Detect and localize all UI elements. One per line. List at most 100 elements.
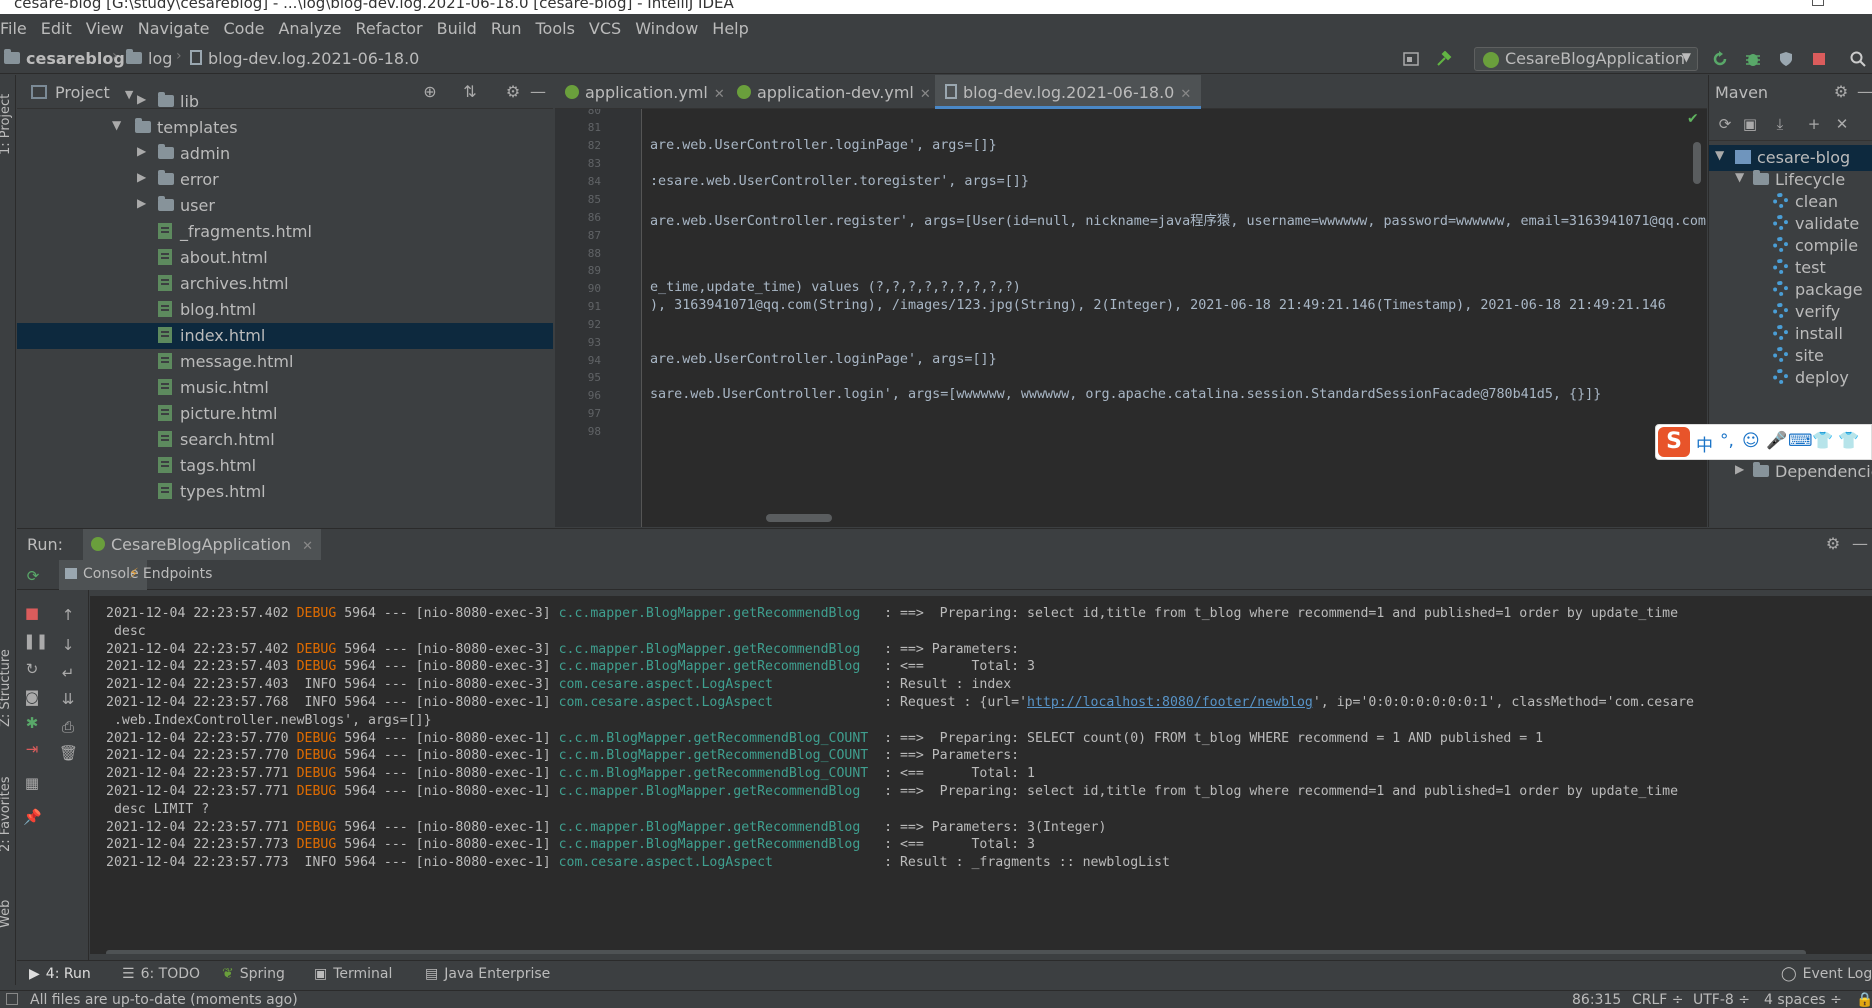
maven-goal-deploy[interactable]: deploy [1709, 365, 1872, 391]
trash-icon[interactable]: 🗑 [59, 744, 78, 762]
menu-view[interactable]: View [79, 19, 131, 38]
run-tab-cesareblogapplication[interactable]: CesareBlogApplication ✕ [83, 529, 321, 561]
ime-language-toggle[interactable]: 中 [1696, 431, 1713, 456]
rerun-icon[interactable] [1712, 51, 1728, 67]
ime-punctuation-toggle[interactable]: °, [1720, 431, 1734, 451]
bottom-tab-todo[interactable]: ☰ 6: TODO [122, 966, 200, 982]
menu-help[interactable]: Help [705, 19, 755, 38]
bottom-tab-terminal[interactable]: ▣ Terminal [314, 966, 392, 982]
tree-item-tags-html[interactable]: tags.html [17, 453, 553, 479]
menu-run[interactable]: Run [484, 19, 529, 38]
menu-vcs[interactable]: VCS [582, 19, 628, 38]
menu-window[interactable]: Window [628, 19, 705, 38]
breadcrumb-log[interactable]: log [126, 48, 172, 68]
chevron-down-icon[interactable]: ▼ [1715, 148, 1724, 162]
exit-icon[interactable]: ⇥ [23, 740, 41, 758]
tree-item-types-html[interactable]: types.html [17, 479, 553, 505]
pin-icon[interactable]: 📌 [23, 808, 42, 826]
tree-item-blog-html[interactable]: blog.html [17, 297, 553, 323]
ime-toolbox-icon[interactable]: 👕 [1838, 431, 1859, 451]
gear-icon[interactable]: ⚙ [1832, 83, 1850, 101]
tree-item-error[interactable]: ▶ error [17, 167, 553, 193]
search-icon[interactable] [1850, 51, 1866, 67]
chevron-down-icon[interactable]: ▼ [112, 118, 121, 132]
tree-item-archives-html[interactable]: archives.html [17, 271, 553, 297]
tree-item-index-html[interactable]: index.html [17, 323, 553, 349]
scroll-to-end-icon[interactable]: ⇊ [59, 690, 77, 708]
ime-toolbar[interactable]: S 中 °, ☺ 🎤 ⌨ 👕 👕 [1655, 424, 1872, 460]
tree-item-user[interactable]: ▶ user [17, 193, 553, 219]
chevron-right-icon[interactable]: ▶ [137, 144, 146, 158]
editor-horizontal-scrollbar[interactable] [766, 514, 832, 522]
tree-item-search-html[interactable]: search.html [17, 427, 553, 453]
soft-wrap-icon[interactable]: ↵ [59, 664, 77, 682]
chevron-right-icon[interactable]: ▶ [137, 196, 146, 210]
lock-icon[interactable]: 🔒 [1856, 992, 1872, 1008]
restore-window-button[interactable] [1812, 0, 1824, 6]
sogou-logo-icon[interactable]: S [1658, 427, 1690, 457]
up-arrow-icon[interactable]: ↑ [59, 606, 77, 624]
close-icon[interactable]: ✕ [302, 539, 313, 554]
download-icon[interactable]: ⤓ [1771, 115, 1789, 133]
debug-icon[interactable] [1745, 51, 1761, 67]
layout-icon[interactable] [1403, 51, 1419, 67]
log-link[interactable]: http://localhost:8080/footer/newblog [1027, 695, 1313, 710]
stop-icon[interactable]: ■ [23, 604, 41, 622]
editor-tab-application-dev-yml[interactable]: application-dev.yml ✕ [737, 75, 931, 109]
tree-item-admin[interactable]: ▶ admin [17, 141, 553, 167]
editor-tab-blog-dev-log[interactable]: blog-dev.log.2021-06-18.0 ✕ [935, 75, 1202, 109]
pause-icon[interactable]: ❚❚ [23, 632, 48, 650]
side-tab-favorites[interactable]: 2: Favorites [0, 776, 13, 852]
event-log-button[interactable]: ◯ Event Log [1781, 966, 1872, 982]
subtab-endpoints[interactable]: ⚡ Endpoints [127, 560, 212, 590]
editor-tab-application-yml[interactable]: application.yml ✕ [565, 75, 725, 109]
caret-position[interactable]: 86:315 [1572, 992, 1621, 1008]
tree-item-lib[interactable]: ▶ lib [17, 89, 553, 115]
menu-code[interactable]: Code [217, 19, 272, 38]
chevron-right-icon[interactable]: ▶ [137, 170, 146, 184]
file-encoding[interactable]: UTF-8 ÷ [1693, 992, 1750, 1008]
gear-icon[interactable]: ⚙ [1824, 535, 1842, 553]
maven-dependencies[interactable]: ▶ Dependencies [1709, 459, 1872, 485]
stop-icon[interactable] [1811, 51, 1827, 67]
editor-vertical-scrollbar[interactable] [1693, 142, 1701, 184]
tree-item-picture-html[interactable]: picture.html [17, 401, 553, 427]
chevron-down-icon[interactable]: ▼ [1735, 170, 1744, 184]
restart-icon[interactable]: ↻ [23, 660, 41, 678]
ime-emoji-icon[interactable]: ☺ [1742, 431, 1760, 451]
tree-item-about-html[interactable]: about.html [17, 245, 553, 271]
close-icon[interactable]: ✕ [1180, 87, 1191, 102]
menu-navigate[interactable]: Navigate [131, 19, 217, 38]
close-icon[interactable]: ✕ [920, 87, 931, 102]
ime-keyboard-icon[interactable]: ⌨ [1788, 431, 1813, 451]
print-icon[interactable]: ⎙ [59, 718, 77, 736]
side-tab-project[interactable]: 1: Project [0, 94, 13, 155]
menu-refactor[interactable]: Refactor [349, 19, 430, 38]
tree-item-templates[interactable]: ▼ templates [17, 115, 553, 141]
hide-panel-icon[interactable]: — [1851, 535, 1869, 553]
hide-panel-icon[interactable]: — [1856, 83, 1872, 101]
build-hammer-icon[interactable] [1436, 51, 1452, 67]
breadcrumb-file[interactable]: blog-dev.log.2021-06-18.0 [190, 49, 419, 68]
side-tab-web[interactable]: Web [0, 900, 13, 928]
down-arrow-icon[interactable]: ↓ [59, 636, 77, 654]
coverage-icon[interactable] [1778, 51, 1794, 67]
menu-edit[interactable]: Edit [34, 19, 79, 38]
layout-icon[interactable]: ▦ [23, 774, 41, 792]
tree-item-music-html[interactable]: music.html [17, 375, 553, 401]
debug-icon[interactable]: ✱ [23, 714, 41, 732]
menu-analyze[interactable]: Analyze [271, 19, 348, 38]
close-icon[interactable]: ✕ [714, 87, 725, 102]
chevron-right-icon[interactable]: ▶ [137, 92, 146, 106]
bottom-tab-java-enterprise[interactable]: ▤ Java Enterprise [425, 966, 550, 982]
tree-item-fragments-html[interactable]: _fragments.html [17, 219, 553, 245]
tree-item-message-html[interactable]: message.html [17, 349, 553, 375]
ime-microphone-icon[interactable]: 🎤 [1766, 431, 1787, 451]
rerun-icon[interactable]: ⟳ [24, 567, 42, 585]
menu-tools[interactable]: Tools [529, 19, 582, 38]
side-tab-structure[interactable]: Z: Structure [0, 649, 13, 727]
console-horizontal-scrollbar[interactable] [106, 950, 1806, 954]
chevron-right-icon[interactable]: ▶ [1735, 462, 1744, 476]
run-configuration-select[interactable]: CesareBlogApplication ▼ [1474, 47, 1698, 71]
add-icon[interactable]: + [1805, 115, 1823, 133]
